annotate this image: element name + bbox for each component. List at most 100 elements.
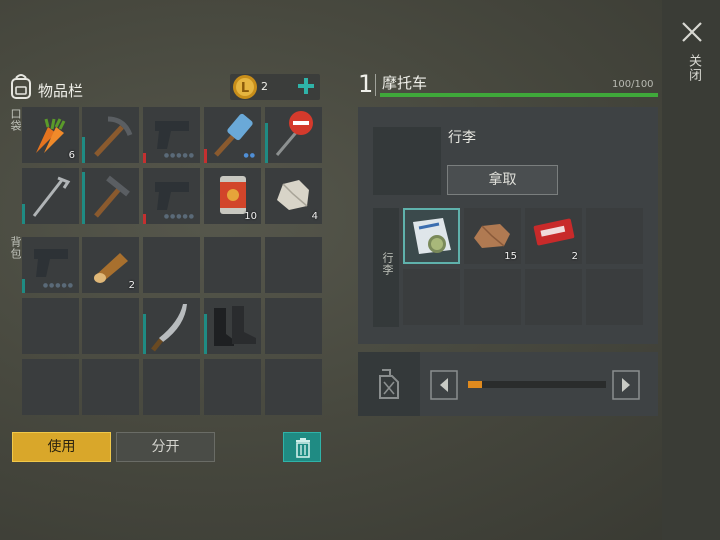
close-sidebar: 关闭 bbox=[662, 0, 720, 540]
backpack-icon bbox=[8, 72, 34, 100]
backpack-slot[interactable] bbox=[82, 298, 139, 354]
plus-icon bbox=[298, 78, 314, 94]
pocket-slot[interactable]: ●●●●● bbox=[143, 107, 200, 163]
take-button[interactable]: 拿取 bbox=[447, 165, 558, 195]
fuel-can-slot[interactable] bbox=[358, 352, 420, 416]
fuel-slider-fill bbox=[468, 381, 482, 388]
stone-icon bbox=[273, 178, 313, 212]
vehicle-capacity: 100/100 bbox=[612, 79, 654, 90]
coin-counter: L 2 bbox=[230, 74, 320, 100]
pocket-slot[interactable]: ●● bbox=[204, 107, 261, 163]
backpack-slot[interactable] bbox=[143, 237, 200, 293]
backpack-slot[interactable] bbox=[265, 237, 322, 293]
map-scroll-icon bbox=[409, 214, 455, 258]
machete-icon bbox=[149, 300, 195, 352]
split-button[interactable]: 分开 bbox=[116, 432, 215, 462]
vehicle-durability-fill bbox=[380, 93, 658, 97]
carrot-icon bbox=[30, 113, 72, 157]
coin-amount: 2 bbox=[261, 80, 268, 93]
delete-button[interactable] bbox=[283, 432, 321, 462]
pickaxe-icon bbox=[90, 172, 134, 220]
add-coins-button[interactable] bbox=[296, 76, 316, 96]
ore-icon bbox=[470, 220, 514, 252]
stop-sign-icon bbox=[271, 109, 317, 159]
backpack-slot[interactable] bbox=[143, 359, 200, 415]
pickaxe-icon bbox=[90, 113, 134, 159]
backpack-slot[interactable] bbox=[204, 237, 261, 293]
backpack-slot[interactable]: ●●●●● bbox=[22, 237, 79, 293]
arrow-left-icon bbox=[430, 370, 458, 400]
fuel-increase-button[interactable] bbox=[612, 370, 640, 400]
vehicle-durability-track bbox=[380, 93, 658, 97]
vehicle-panel: 行李 拿取 行李 15 2 bbox=[358, 107, 658, 344]
ammo-dots: ●● bbox=[243, 152, 256, 159]
pocket-slot[interactable]: 6 bbox=[22, 107, 79, 163]
coin-icon: L bbox=[232, 74, 258, 100]
storage-slot[interactable] bbox=[464, 269, 521, 325]
backpack-slot[interactable] bbox=[82, 359, 139, 415]
pocket-slot[interactable] bbox=[82, 107, 139, 163]
arrow-right-icon bbox=[612, 370, 640, 400]
use-button[interactable]: 使用 bbox=[12, 432, 111, 462]
storage-slot[interactable] bbox=[586, 208, 643, 264]
storage-label: 行李 bbox=[381, 252, 394, 276]
hoe-icon bbox=[28, 172, 74, 220]
pocket-slot[interactable] bbox=[82, 168, 139, 224]
pistol-icon bbox=[151, 178, 193, 212]
trash-icon bbox=[295, 438, 311, 458]
storage-slot[interactable]: 15 bbox=[464, 208, 521, 264]
storage-slot[interactable] bbox=[403, 208, 460, 264]
vehicle-index: 1 bbox=[358, 70, 374, 98]
fuel-panel bbox=[358, 352, 658, 416]
backpack-slot[interactable]: 2 bbox=[82, 237, 139, 293]
storage-slot[interactable] bbox=[403, 269, 460, 325]
pocket-slot[interactable]: 4 bbox=[265, 168, 322, 224]
pistol-icon bbox=[151, 117, 193, 151]
ammo-dots: ●●●●● bbox=[42, 282, 74, 289]
log-icon bbox=[90, 247, 132, 283]
pocket-slot[interactable] bbox=[22, 168, 79, 224]
item-quantity: 2 bbox=[128, 280, 135, 291]
vehicle-name: 摩托车 bbox=[382, 74, 428, 92]
close-button[interactable]: 关闭 bbox=[680, 20, 704, 90]
svg-text:L: L bbox=[241, 81, 249, 96]
backpack-slot[interactable] bbox=[265, 359, 322, 415]
pocket-slot[interactable]: 10 bbox=[204, 168, 261, 224]
inventory-title: 物品栏 bbox=[38, 82, 84, 100]
item-quantity: 10 bbox=[244, 211, 257, 222]
backpack-slot[interactable] bbox=[204, 359, 261, 415]
fuel-can-icon bbox=[376, 368, 402, 400]
backpack-slot[interactable] bbox=[22, 359, 79, 415]
storage-side: 行李 bbox=[373, 208, 399, 327]
use-button-label: 使用 bbox=[47, 439, 76, 455]
vehicle-divider bbox=[375, 74, 376, 96]
pocket-slot[interactable]: ●●●●● bbox=[143, 168, 200, 224]
coupon-icon bbox=[531, 216, 577, 250]
close-icon bbox=[682, 22, 702, 42]
fuel-slider-track[interactable] bbox=[468, 381, 606, 388]
luggage-title: 行李 bbox=[448, 130, 476, 146]
item-quantity: 2 bbox=[571, 251, 578, 262]
boots-icon bbox=[210, 304, 258, 348]
pocket-label: 口袋 bbox=[9, 108, 22, 132]
item-quantity: 15 bbox=[504, 251, 517, 262]
item-quantity: 4 bbox=[311, 211, 318, 222]
backpack-slot[interactable] bbox=[143, 298, 200, 354]
backpack-slot[interactable] bbox=[265, 298, 322, 354]
backpack-slot[interactable] bbox=[22, 298, 79, 354]
close-label: 关闭 bbox=[686, 54, 701, 82]
storage-slot[interactable] bbox=[525, 269, 582, 325]
storage-slot[interactable] bbox=[586, 269, 643, 325]
ammo-dots: ●●●●● bbox=[163, 152, 195, 159]
ammo-dots: ●●●●● bbox=[163, 213, 195, 220]
take-button-label: 拿取 bbox=[488, 172, 517, 188]
item-quantity: 6 bbox=[68, 150, 75, 161]
vehicle-preview bbox=[373, 127, 441, 195]
pocket-slot[interactable] bbox=[265, 107, 322, 163]
fuel-decrease-button[interactable] bbox=[430, 370, 458, 400]
canned-food-icon bbox=[218, 174, 248, 216]
backpack-label: 背包 bbox=[9, 236, 22, 260]
backpack-slot[interactable] bbox=[204, 298, 261, 354]
split-button-label: 分开 bbox=[151, 439, 180, 455]
storage-slot[interactable]: 2 bbox=[525, 208, 582, 264]
